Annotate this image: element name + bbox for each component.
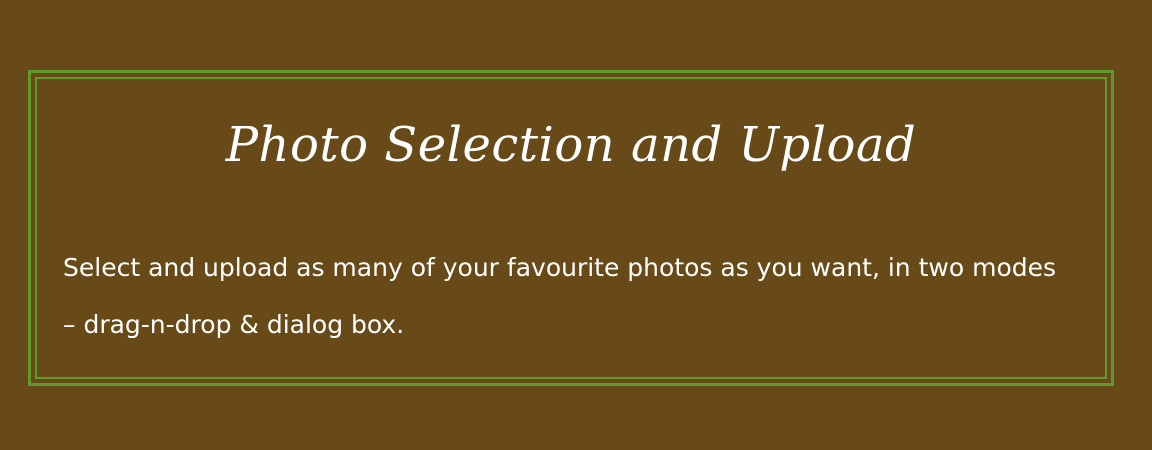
feature-card: Photo Selection and Upload Select and up… (37, 79, 1105, 377)
feature-description: Select and upload as many of your favour… (63, 253, 1057, 339)
feature-title: Photo Selection and Upload (225, 117, 917, 173)
